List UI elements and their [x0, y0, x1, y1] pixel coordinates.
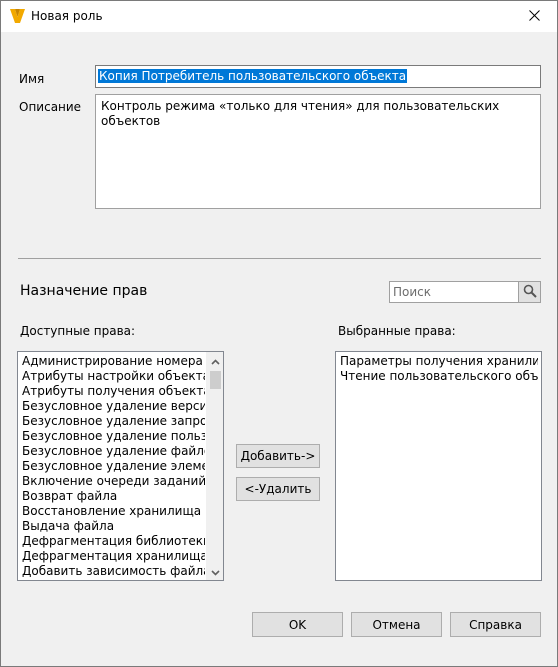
chevron-down-icon — [211, 565, 220, 579]
search-button[interactable] — [518, 282, 540, 302]
cancel-button[interactable]: Отмена — [351, 612, 442, 637]
close-button[interactable] — [511, 1, 557, 32]
list-item[interactable]: Дефрагментация хранилища — [21, 549, 205, 564]
search-icon — [523, 284, 537, 301]
list-item[interactable]: Безусловное удаление пользователей — [21, 429, 205, 444]
name-field-value: Копия Потребитель пользовательского объе… — [98, 69, 408, 83]
search-input[interactable]: Поиск — [389, 281, 541, 303]
chevron-up-icon — [211, 354, 220, 368]
list-item[interactable]: Атрибуты настройки объекта — [21, 369, 205, 384]
list-item[interactable]: Возврат файла — [21, 489, 205, 504]
list-item[interactable]: Восстановление хранилища — [21, 504, 205, 519]
selected-rights-label: Выбранные права: — [338, 324, 456, 338]
divider — [18, 258, 541, 259]
remove-right-button[interactable]: <-Удалить — [236, 477, 320, 501]
ok-button[interactable]: OK — [252, 612, 343, 637]
rights-section-title: Назначение прав — [20, 283, 148, 299]
scroll-thumb[interactable] — [210, 371, 221, 389]
title-bar: Новая роль — [1, 1, 557, 32]
close-icon — [528, 9, 540, 24]
add-right-button[interactable]: Добавить-> — [236, 444, 320, 468]
list-item[interactable]: Безусловное удаление элемента — [21, 459, 205, 474]
description-field-value: Контроль режима «только для чтения» для … — [101, 99, 500, 128]
name-label: Имя — [19, 72, 45, 86]
list-item[interactable]: Атрибуты получения объекта — [21, 384, 205, 399]
description-label: Описание — [19, 100, 82, 114]
selected-rights-list[interactable]: Параметры получения хранилища Чтение поль… — [335, 351, 542, 581]
available-rights-items: Администрирование номера файлаАтрибуты н… — [21, 354, 205, 579]
list-item[interactable]: Безусловное удаление запросов на — [21, 414, 205, 429]
name-field[interactable]: Копия Потребитель пользовательского объе… — [95, 65, 541, 88]
list-item[interactable]: Выдача файла — [21, 519, 205, 534]
scroll-down-button[interactable] — [207, 563, 223, 580]
new-role-dialog: Новая роль Имя Копия Потребитель пользов… — [0, 0, 558, 667]
list-item[interactable]: Чтение пользовательского объекта — [339, 369, 538, 384]
description-field[interactable]: Контроль режима «только для чтения» для … — [95, 94, 541, 209]
list-item[interactable]: Администрирование номера файла — [21, 354, 205, 369]
window-title: Новая роль — [31, 9, 103, 23]
available-rights-label: Доступные права: — [20, 324, 136, 338]
selected-rights-items: Параметры получения хранилища Чтение поль… — [339, 354, 538, 384]
vault-logo-icon — [10, 9, 25, 23]
help-button[interactable]: Справка — [450, 612, 541, 637]
list-item[interactable]: Параметры получения хранилища — [339, 354, 538, 369]
list-item[interactable]: Безусловное удаление версии файла — [21, 399, 205, 414]
available-rights-list[interactable]: Администрирование номера файлаАтрибуты н… — [17, 351, 224, 581]
available-list-scrollbar[interactable] — [206, 352, 223, 580]
scroll-up-button[interactable] — [207, 352, 223, 369]
list-item[interactable]: Дефрагментация библиотеки — [21, 534, 205, 549]
list-item[interactable]: Добавить зависимость файла — [21, 564, 205, 579]
search-placeholder: Поиск — [393, 285, 432, 299]
list-item[interactable]: Включение очереди заданий — [21, 474, 205, 489]
list-item[interactable]: Безусловное удаление файлов — [21, 444, 205, 459]
